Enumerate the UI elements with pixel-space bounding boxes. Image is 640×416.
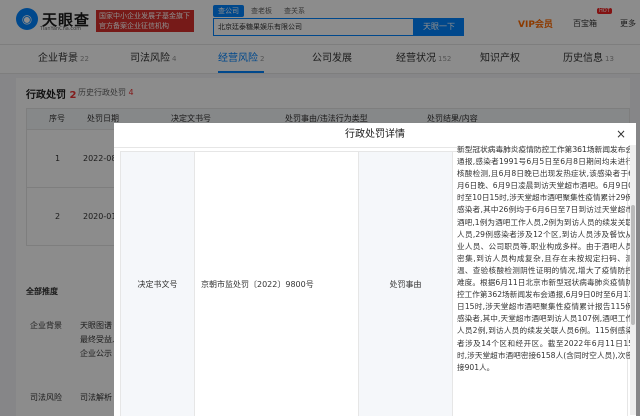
penalty-detail-modal: 行政处罚详情 × 决定书文号 京朝市监处罚〔2022〕9800号 处罚事由 新型… [114,123,636,416]
scrollbar-thumb[interactable] [631,205,635,325]
label-doc-no: 决定书文号 [121,152,195,416]
value-doc-no: 京朝市监处罚〔2022〕9800号 [195,152,359,416]
modal-scrollbar[interactable] [630,145,636,415]
value-reason: 新型冠状病毒肺炎疫情防控工作第361场新闻发布会通报,感染者1991号6月5日至… [457,145,633,372]
label-reason: 处罚事由 [359,152,453,416]
close-icon[interactable]: × [616,127,626,141]
detail-table: 决定书文号 京朝市监处罚〔2022〕9800号 处罚事由 新型冠状病毒肺炎疫情防… [120,145,633,416]
